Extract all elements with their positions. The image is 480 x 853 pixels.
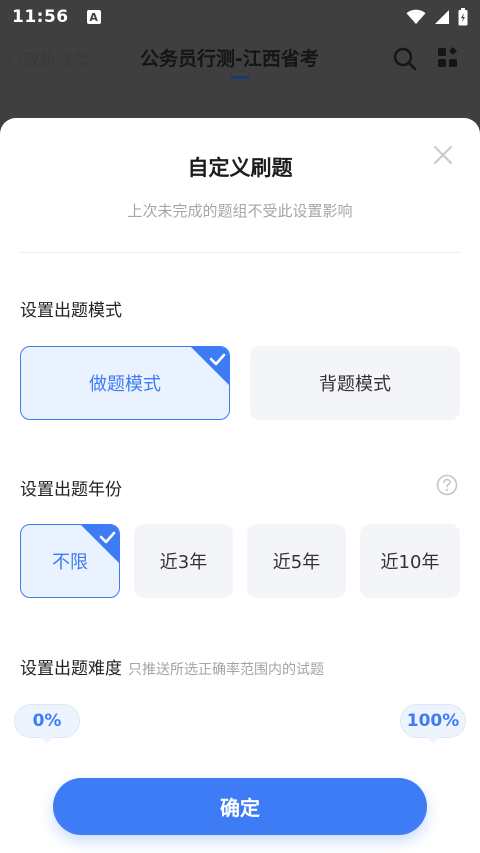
selected-check-icon <box>191 347 229 385</box>
confirm-button[interactable]: 确定 <box>53 778 427 835</box>
option-year-3[interactable]: 近3年 <box>134 524 233 598</box>
option-memorize-mode[interactable]: 背题模式 <box>250 346 460 420</box>
help-icon[interactable] <box>436 474 458 496</box>
close-icon[interactable] <box>433 145 453 165</box>
year-section-label: 设置出题年份 <box>20 480 122 500</box>
mode-section-label: 设置出题模式 <box>20 301 122 321</box>
accessibility-a-icon: A <box>86 10 101 24</box>
status-time: 11:56 <box>12 7 69 27</box>
signal-icon <box>435 10 449 24</box>
status-icons <box>406 8 468 26</box>
active-tab-indicator <box>230 76 250 79</box>
option-label: 近3年 <box>159 552 208 573</box>
difficulty-section-label: 设置出题难度 <box>20 659 122 679</box>
background-header: 行政执法类 公务员行测-江西省考 <box>0 34 480 84</box>
battery-icon <box>458 8 468 26</box>
option-label: 近5年 <box>272 552 321 573</box>
option-label: 背题模式 <box>319 374 391 395</box>
tab-exam-title[interactable]: 公务员行测-江西省考 <box>140 44 319 71</box>
difficulty-section: 设置出题难度 只推送所选正确率范围内的试题 <box>20 654 324 679</box>
selected-check-icon <box>81 525 119 563</box>
status-bar: 11:56 A <box>0 0 480 34</box>
sheet-title: 自定义刷题 <box>187 156 293 180</box>
search-icon[interactable] <box>392 46 418 72</box>
option-year-10[interactable]: 近10年 <box>360 524 460 598</box>
wifi-icon <box>406 9 426 24</box>
option-year-5[interactable]: 近5年 <box>247 524 346 598</box>
difficulty-min-handle[interactable]: 0% <box>14 704 80 744</box>
grid-icon[interactable] <box>437 46 461 70</box>
option-year-unlimited[interactable]: 不限 <box>20 524 120 598</box>
difficulty-max-handle[interactable]: 100% <box>400 704 466 744</box>
option-practice-mode[interactable]: 做题模式 <box>20 346 230 420</box>
difficulty-hint: 只推送所选正确率范围内的试题 <box>128 662 324 678</box>
option-label: 做题模式 <box>89 374 161 395</box>
tab-administrative-law[interactable]: 行政执法类 <box>6 46 91 71</box>
option-label: 近10年 <box>380 552 440 573</box>
custom-practice-sheet: 自定义刷题 上次未完成的题组不受此设置影响 设置出题模式 做题模式 背题模式 设… <box>0 118 480 853</box>
sheet-subtitle: 上次未完成的题组不受此设置影响 <box>127 202 353 220</box>
divider <box>20 252 460 253</box>
